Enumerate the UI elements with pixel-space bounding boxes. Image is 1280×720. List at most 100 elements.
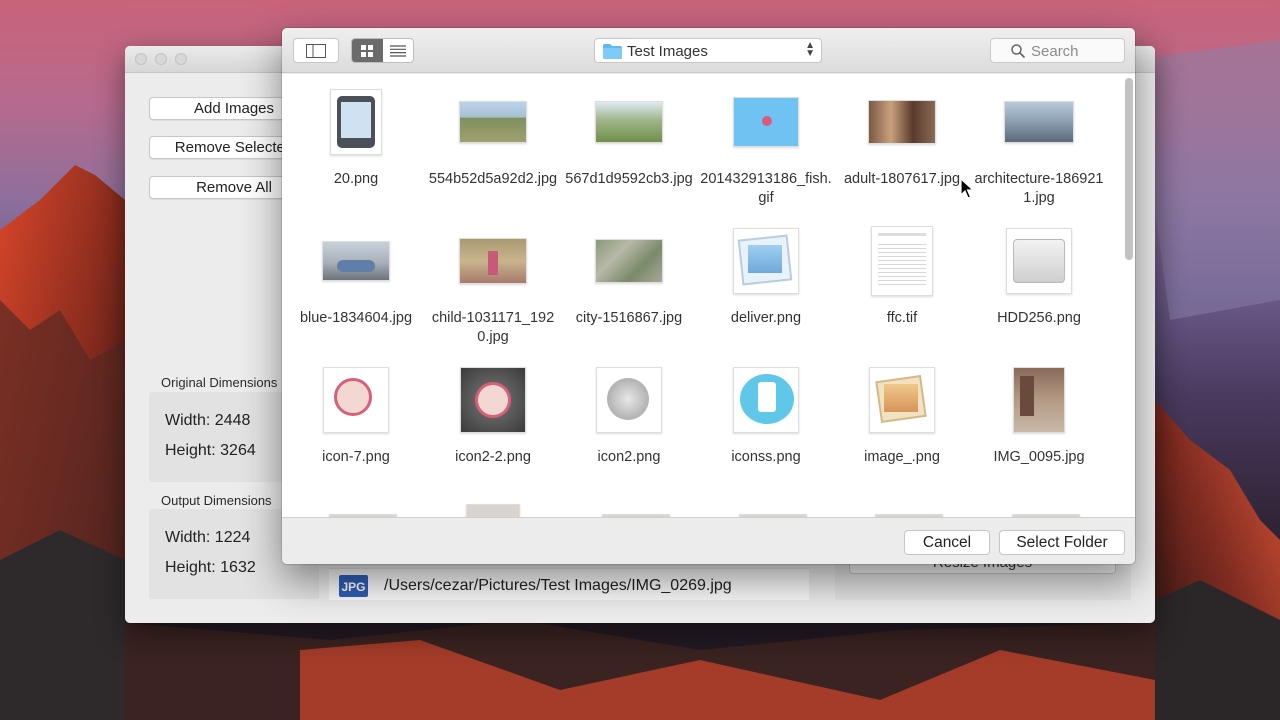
- file-tile[interactable]: 554b52d5a92d2.jpg: [426, 82, 560, 212]
- file-browser-grid: 20.png 554b52d5a92d2.jpg 567d1d9592cb3.jpg…: [282, 74, 1135, 517]
- file-name: icon2.png: [597, 449, 661, 465]
- original-height: Height: 3264: [165, 442, 256, 459]
- file-thumbnail-wrap: [835, 82, 969, 162]
- file-thumbnail: [596, 367, 662, 433]
- zoom-window-button[interactable]: [175, 53, 187, 65]
- file-thumbnail-wrap: [699, 360, 833, 440]
- close-window-button[interactable]: [135, 53, 147, 65]
- open-panel: Test Images ▲▼ 20.png 554b52d5a92d2.jpg 56…: [282, 28, 1135, 564]
- select-folder-button[interactable]: Select Folder: [999, 530, 1125, 555]
- file-thumbnail: [330, 89, 382, 155]
- file-thumbnail: [733, 367, 799, 433]
- file-thumbnail-wrap: [699, 82, 833, 162]
- file-name: blue-1834604.jpg: [299, 310, 413, 326]
- file-tile[interactable]: deliver.png: [699, 221, 833, 351]
- file-thumbnail: [868, 100, 936, 144]
- file-thumbnail-wrap: [562, 82, 696, 162]
- jpg-file-icon: JPG: [339, 575, 368, 597]
- file-thumbnail-wrap: [562, 221, 696, 301]
- file-name: 201432913186_fish.gif: [700, 171, 832, 206]
- file-thumbnail-wrap: [972, 360, 1106, 440]
- file-name: deliver.png: [730, 310, 802, 326]
- selected-file-row[interactable]: JPG /Users/cezar/Pictures/Test Images/IM…: [329, 568, 809, 600]
- file-thumbnail-wrap: [289, 221, 423, 301]
- file-thumbnail: [323, 367, 389, 433]
- folder-location-popup[interactable]: Test Images ▲ ▼: [594, 38, 822, 63]
- file-tile[interactable]: HDD256.png: [972, 221, 1106, 351]
- file-name: icon-7.png: [322, 449, 390, 465]
- file-thumbnail: [459, 101, 527, 143]
- file-name: iconss.png: [731, 449, 801, 465]
- file-tile[interactable]: image_.png: [835, 360, 969, 490]
- file-tile[interactable]: blue-1834604.jpg: [289, 221, 423, 351]
- original-width: Width: 2448: [165, 412, 251, 429]
- sidebar-toggle-button[interactable]: [293, 38, 339, 63]
- search-icon: [1011, 44, 1025, 58]
- file-name: child-1031171_1920.jpg: [431, 310, 555, 345]
- file-name: image_.png: [864, 449, 940, 465]
- panel-toolbar: Test Images ▲ ▼: [282, 28, 1135, 73]
- file-thumbnail-wrap: [699, 221, 833, 301]
- minimize-window-button[interactable]: [155, 53, 167, 65]
- list-view-button[interactable]: [383, 39, 414, 62]
- search-input[interactable]: [1031, 42, 1119, 60]
- folder-icon: [603, 44, 622, 59]
- file-tile[interactable]: 567d1d9592cb3.jpg: [562, 82, 696, 212]
- file-thumbnail: [1006, 228, 1072, 294]
- list-icon: [389, 44, 406, 57]
- file-tile[interactable]: icon2-2.png: [426, 360, 560, 490]
- original-dimensions-label: Original Dimensions: [161, 375, 278, 390]
- scrollbar-thumb[interactable]: [1125, 78, 1133, 260]
- file-thumbnail-wrap: [426, 221, 560, 301]
- file-name: HDD256.png: [997, 310, 1081, 326]
- output-dimensions-label: Output Dimensions: [161, 493, 272, 508]
- file-thumbnail-wrap: [835, 221, 969, 301]
- file-tile[interactable]: icon2.png: [562, 360, 696, 490]
- file-thumbnail: [459, 238, 527, 284]
- vertical-scrollbar[interactable]: [1125, 78, 1133, 508]
- icon-view-button[interactable]: [352, 39, 383, 62]
- file-name: IMG_0095.jpg: [993, 449, 1085, 465]
- sidebar-icon: [306, 43, 326, 58]
- file-thumbnail: [733, 228, 799, 294]
- file-thumbnail-wrap: [289, 82, 423, 162]
- file-tile[interactable]: adult-1807617.jpg: [835, 82, 969, 212]
- file-thumbnail: [595, 239, 663, 283]
- file-thumbnail: [733, 97, 799, 147]
- file-thumbnail: [869, 367, 935, 433]
- file-tile[interactable]: 20.png: [289, 82, 423, 212]
- file-thumbnail-partial[interactable]: [466, 504, 520, 517]
- file-thumbnail-wrap: [426, 360, 560, 440]
- file-thumbnail: [1013, 367, 1065, 433]
- file-thumbnail: [595, 101, 663, 143]
- view-mode-control: [351, 38, 414, 63]
- file-tile[interactable]: icon-7.png: [289, 360, 423, 490]
- file-name: 20.png: [333, 171, 379, 187]
- file-name: 554b52d5a92d2.jpg: [428, 171, 558, 187]
- file-tile[interactable]: city-1516867.jpg: [562, 221, 696, 351]
- file-tile[interactable]: architecture-1869211.jpg: [972, 82, 1106, 212]
- file-thumbnail: [1004, 101, 1074, 143]
- search-field[interactable]: [990, 38, 1125, 63]
- file-thumbnail-wrap: [835, 360, 969, 440]
- file-tile[interactable]: ffc.tif: [835, 221, 969, 351]
- file-tile[interactable]: iconss.png: [699, 360, 833, 490]
- grid-icon: [361, 44, 374, 57]
- file-name: ffc.tif: [886, 310, 918, 326]
- file-tile[interactable]: 201432913186_fish.gif: [699, 82, 833, 212]
- file-tile[interactable]: child-1031171_1920.jpg: [426, 221, 560, 351]
- file-thumbnail-wrap: [289, 360, 423, 440]
- panel-footer: Cancel Select Folder: [282, 517, 1135, 564]
- file-name: 567d1d9592cb3.jpg: [565, 171, 693, 187]
- file-name: architecture-1869211.jpg: [974, 171, 1104, 206]
- file-thumbnail: [871, 226, 933, 296]
- file-name: city-1516867.jpg: [575, 310, 683, 326]
- output-height: Height: 1632: [165, 559, 256, 576]
- file-thumbnail-wrap: [972, 221, 1106, 301]
- file-tile[interactable]: IMG_0095.jpg: [972, 360, 1106, 490]
- cancel-button[interactable]: Cancel: [904, 530, 990, 555]
- file-thumbnail: [322, 241, 390, 281]
- file-thumbnail-wrap: [972, 82, 1106, 162]
- file-name: adult-1807617.jpg: [843, 171, 961, 187]
- chevron-updown-icon: ▲ ▼: [805, 40, 815, 59]
